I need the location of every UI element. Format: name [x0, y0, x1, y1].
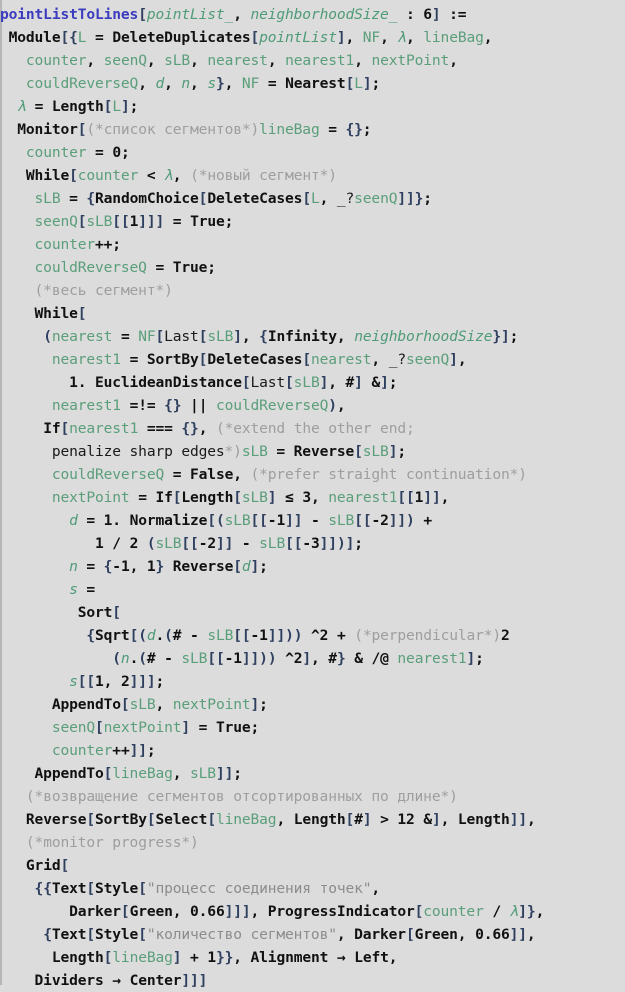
code-line[interactable]: Module[{L = DeleteDuplicates[pointList],…	[0, 26, 625, 49]
code-line[interactable]: counter = 0;	[0, 141, 625, 164]
code-line[interactable]: Darker[Green, 0.66]]], ProgressIndicator…	[0, 900, 625, 923]
code-line[interactable]: AppendTo[lineBag, sLB]];	[0, 762, 625, 785]
code-line[interactable]: While[	[0, 302, 625, 325]
code-line[interactable]: {Text[Style["количество сегментов", Dark…	[0, 923, 625, 946]
code-line[interactable]: couldReverseQ = False, (*prefer straight…	[0, 463, 625, 486]
code-line[interactable]: λ = Length[L];	[0, 95, 625, 118]
code-line[interactable]: counter, seenQ, sLB, nearest, nearest1, …	[0, 49, 625, 72]
code-line[interactable]: seenQ[sLB[[1]]] = True;	[0, 210, 625, 233]
code-line[interactable]: Reverse[SortBy[Select[lineBag, Length[#]…	[0, 808, 625, 831]
code-line[interactable]: couldReverseQ = True;	[0, 256, 625, 279]
code-line[interactable]: couldReverseQ, d, n, s}, NF = Nearest[L]…	[0, 72, 625, 95]
code-line[interactable]: AppendTo[sLB, nextPoint];	[0, 693, 625, 716]
code-line[interactable]: (n.(# - sLB[[-1]])) ^2], #} & /@ nearest…	[0, 647, 625, 670]
code-line[interactable]: counter++]];	[0, 739, 625, 762]
code-line[interactable]: While[counter < λ, (*новый сегмент*)	[0, 164, 625, 187]
code-line[interactable]: (*monitor progress*)	[0, 831, 625, 854]
code-line[interactable]: If[nearest1 === {}, (*extend the other e…	[0, 417, 625, 440]
code-line[interactable]: 1. EuclideanDistance[Last[sLB], #] &];	[0, 371, 625, 394]
code-line[interactable]: s[[1, 2]]];	[0, 670, 625, 693]
code-line[interactable]: (*весь сегмент*)	[0, 279, 625, 302]
code-line[interactable]: counter++;	[0, 233, 625, 256]
code-line[interactable]: Sort[	[0, 601, 625, 624]
code-line[interactable]: nearest1 = SortBy[DeleteCases[nearest, _…	[0, 348, 625, 371]
code-line[interactable]: nearest1 =!= {} || couldReverseQ),	[0, 394, 625, 417]
code-line[interactable]: seenQ[nextPoint] = True;	[0, 716, 625, 739]
code-line[interactable]: Monitor[(*список сегментов*)lineBag = {}…	[0, 118, 625, 141]
code-line[interactable]: pointListToLines[pointList_, neighborhoo…	[0, 3, 625, 26]
code-line[interactable]: {{Text[Style["процесс соединения точек",	[0, 877, 625, 900]
code-line[interactable]: (*возвращение сегментов отсортированных …	[0, 785, 625, 808]
code-line[interactable]: Length[lineBag] + 1}}, Alignment → Left,	[0, 946, 625, 969]
code-line[interactable]: sLB = {RandomChoice[DeleteCases[L, _?see…	[0, 187, 625, 210]
code-line[interactable]: Dividers → Center]]]	[0, 969, 625, 992]
code-line[interactable]: nextPoint = If[Length[sLB] ≤ 3, nearest1…	[0, 486, 625, 509]
code-block[interactable]: pointListToLines[pointList_, neighborhoo…	[0, 0, 625, 992]
notebook-input-cell[interactable]: pointListToLines[pointList_, neighborhoo…	[0, 0, 625, 989]
code-line[interactable]: penalize sharp edges*)sLB = Reverse[sLB]…	[0, 440, 625, 463]
code-line[interactable]: 1 / 2 (sLB[[-2]] - sLB[[-3]])];	[0, 532, 625, 555]
code-line[interactable]: s =	[0, 578, 625, 601]
code-line[interactable]: Grid[	[0, 854, 625, 877]
code-line[interactable]: n = {-1, 1} Reverse[d];	[0, 555, 625, 578]
code-line[interactable]: {Sqrt[(d.(# - sLB[[-1]])) ^2 + (*perpend…	[0, 624, 625, 647]
code-line[interactable]: (nearest = NF[Last[sLB], {Infinity, neig…	[0, 325, 625, 348]
code-line[interactable]: d = 1. Normalize[(sLB[[-1]] - sLB[[-2]])…	[0, 509, 625, 532]
